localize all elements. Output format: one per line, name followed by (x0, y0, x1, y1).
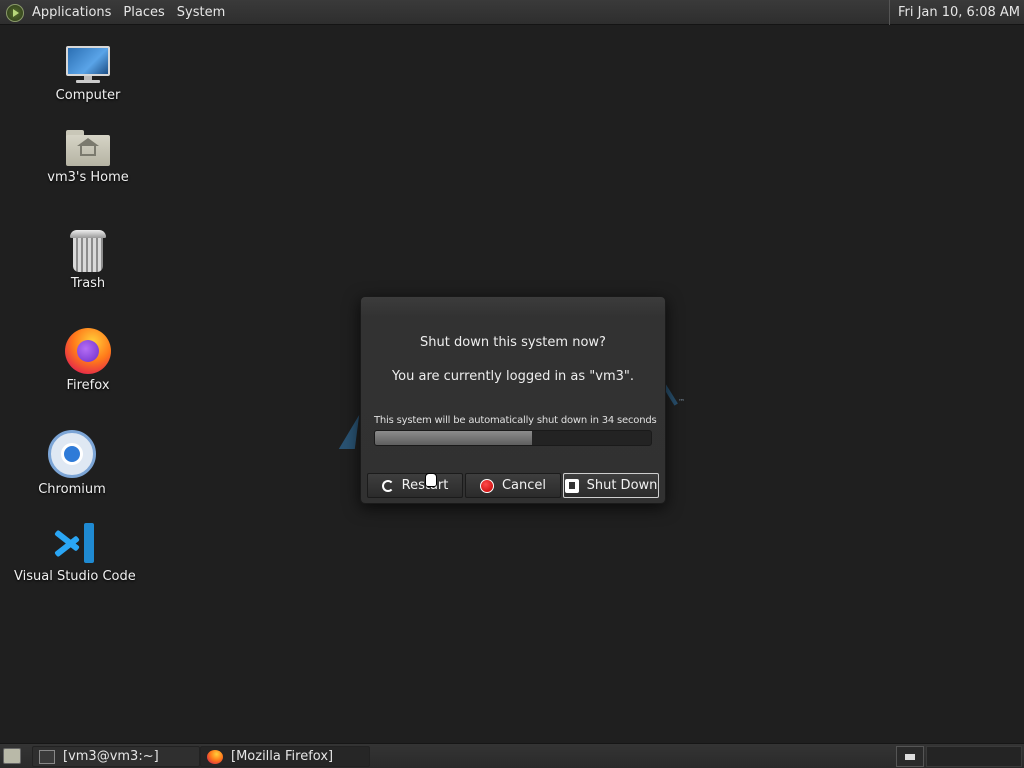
wallpaper-trademark-mark: ™ (678, 398, 685, 406)
restart-icon (381, 479, 394, 492)
cancel-button-label: Cancel (501, 478, 547, 493)
desktop-icon-firefox[interactable]: Firefox (52, 328, 124, 393)
firefox-icon (207, 749, 223, 764)
clock[interactable]: Fri Jan 10, 6:08 AM (888, 0, 1020, 25)
bottom-panel: [vm3@vm3:~] [Mozilla Firefox] (0, 743, 1024, 768)
cancel-icon (479, 478, 494, 493)
desktop-icon-label: Visual Studio Code (14, 569, 136, 584)
taskbar-item-firefox[interactable]: [Mozilla Firefox] (200, 746, 370, 767)
main-menu-bar: Applications Places System (6, 0, 231, 25)
vscode-icon (52, 521, 96, 565)
workspace-switcher-2[interactable] (926, 746, 1022, 767)
dialog-title: Shut down this system now? (420, 335, 606, 350)
menu-places[interactable]: Places (117, 0, 170, 25)
shutdown-button-label: Shut Down (586, 478, 658, 493)
shutdown-button[interactable]: Shut Down (563, 473, 659, 498)
restart-button[interactable]: Restart (367, 473, 463, 498)
desktop-icon-label: Computer (55, 88, 121, 103)
menu-applications[interactable]: Applications (26, 0, 117, 25)
dialog-subtitle: You are currently logged in as "vm3". (391, 369, 635, 384)
desktop-icon-trash[interactable]: Trash (52, 230, 124, 291)
desktop-icon-computer[interactable]: Computer (52, 46, 124, 103)
countdown-text: This system will be automatically shut d… (374, 415, 657, 426)
desktop-icon-label: Trash (70, 276, 106, 291)
firefox-icon (65, 328, 111, 374)
desktop-icon-label: Chromium (38, 482, 106, 497)
desktop-icon-label: Firefox (66, 378, 110, 393)
taskbar-item-terminal[interactable]: [vm3@vm3:~] (32, 746, 200, 767)
show-desktop-icon[interactable] (3, 748, 21, 764)
trash-icon (70, 230, 106, 272)
computer-icon (64, 46, 112, 84)
top-panel: Applications Places System Fri Jan 10, 6… (0, 0, 1024, 25)
taskbar-item-label: [vm3@vm3:~] (63, 749, 159, 764)
menu-system[interactable]: System (171, 0, 231, 25)
desktop-icon-chromium[interactable]: Chromium (36, 430, 108, 497)
home-folder-icon (66, 130, 110, 166)
shutdown-dialog: Shut down this system now? You are curre… (360, 296, 666, 504)
applications-menu-icon[interactable] (6, 3, 24, 22)
countdown-progress-fill (375, 431, 533, 445)
desktop-icon-label: vm3's Home (47, 170, 129, 185)
dialog-button-row: Restart Cancel Shut Down (367, 473, 661, 499)
shutdown-icon (564, 478, 579, 493)
taskbar-item-label: [Mozilla Firefox] (231, 749, 334, 764)
countdown-progress-bar (374, 430, 652, 446)
workspace-switcher-1[interactable] (896, 746, 924, 767)
cancel-button[interactable]: Cancel (465, 473, 561, 498)
desktop-icon-home[interactable]: vm3's Home (44, 130, 132, 185)
terminal-icon (39, 749, 55, 764)
desktop-icon-vscode[interactable]: Visual Studio Code (14, 521, 136, 584)
chromium-icon (48, 430, 96, 478)
hand-cursor-icon (425, 473, 437, 487)
